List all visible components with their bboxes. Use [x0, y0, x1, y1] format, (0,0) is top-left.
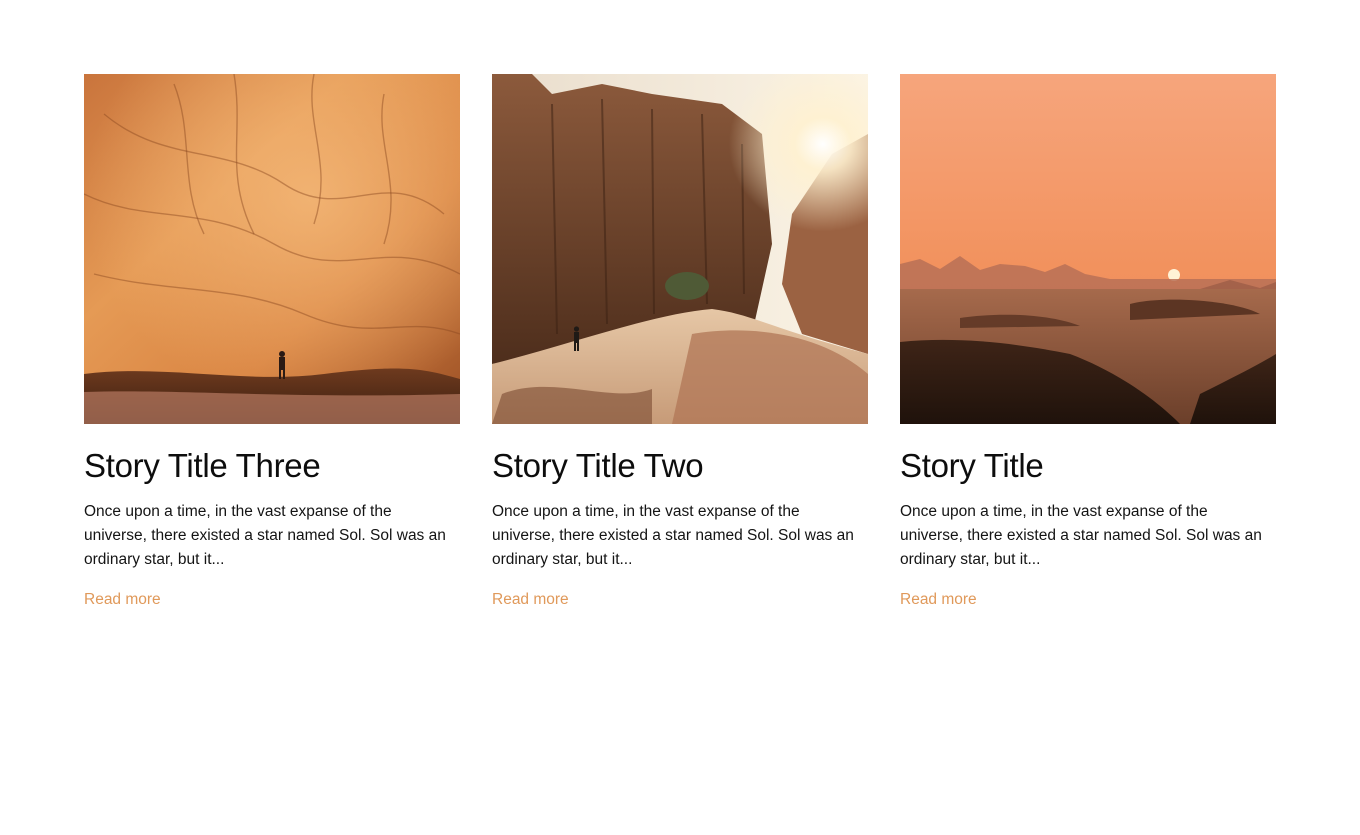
story-image-canyon[interactable]: [492, 74, 868, 424]
stories-grid: Story Title Three Once upon a time, in t…: [84, 74, 1276, 612]
story-card: Story Title Once upon a time, in the vas…: [900, 74, 1276, 612]
read-more-link[interactable]: Read more: [84, 588, 161, 612]
story-card: Story Title Three Once upon a time, in t…: [84, 74, 460, 612]
read-more-link[interactable]: Read more: [900, 588, 977, 612]
story-excerpt: Once upon a time, in the vast expanse of…: [492, 503, 854, 568]
story-excerpt: Once upon a time, in the vast expanse of…: [84, 503, 446, 568]
story-title: Story Title: [900, 447, 1044, 484]
story-card: Story Title Two Once upon a time, in the…: [492, 74, 868, 612]
story-title: Story Title Two: [492, 447, 704, 484]
story-image-rock-overhang[interactable]: [84, 74, 460, 424]
read-more-link[interactable]: Read more: [492, 588, 569, 612]
story-excerpt: Once upon a time, in the vast expanse of…: [900, 503, 1262, 568]
story-title: Story Title Three: [84, 447, 321, 484]
story-image-desert-sunset[interactable]: [900, 74, 1276, 424]
